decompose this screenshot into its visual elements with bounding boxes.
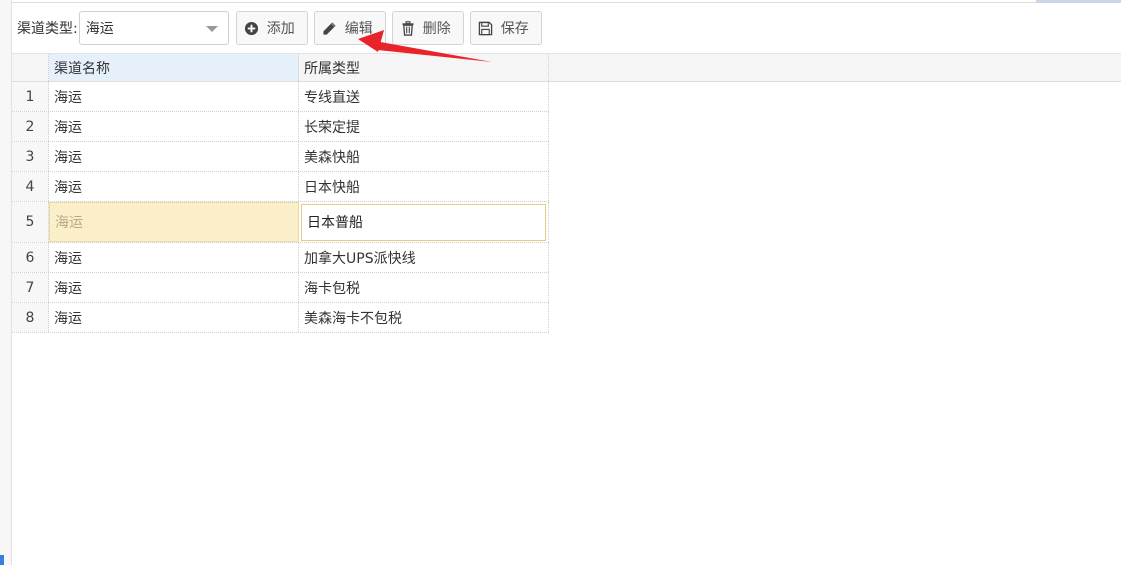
edit-button[interactable]: 编辑 xyxy=(313,11,386,45)
row-number: 7 xyxy=(12,273,49,302)
row-number-header xyxy=(12,54,49,81)
type-edit-input[interactable]: 日本普船 xyxy=(301,203,546,241)
floppy-disk-icon xyxy=(478,20,494,36)
top-accent-bar xyxy=(1036,0,1121,3)
row-number: 2 xyxy=(12,112,49,141)
grid-body: 1 海运 专线直送 2 海运 长荣定提 3 海运 美森快船 4 海运 日本快船 … xyxy=(12,82,549,333)
cell-channel-name[interactable]: 海运 xyxy=(49,172,299,201)
plus-circle-icon xyxy=(244,20,260,36)
add-button[interactable]: 添加 xyxy=(235,11,308,45)
channel-type-label: 渠道类型: xyxy=(17,21,78,37)
row-number: 6 xyxy=(12,243,49,272)
row-number: 4 xyxy=(12,172,49,201)
grid-header: 渠道名称 所属类型 xyxy=(12,53,1121,82)
table-row[interactable]: 4 海运 日本快船 xyxy=(12,172,549,202)
table-row[interactable]: 8 海运 美森海卡不包税 xyxy=(12,303,549,333)
row-number: 3 xyxy=(12,142,49,171)
save-button-label: 保存 xyxy=(500,21,529,37)
row-number: 8 xyxy=(12,303,49,332)
cell-channel-name[interactable]: 海运 xyxy=(49,82,299,111)
table-row-editing[interactable]: 5 海运 日本普船 xyxy=(12,202,549,243)
toolbar: 渠道类型: 海运 添加 编辑 删除 保存 xyxy=(12,5,1121,51)
cell-channel-name[interactable]: 海运 xyxy=(49,303,299,332)
chevron-down-icon[interactable] xyxy=(205,26,218,32)
cell-channel-name-editing[interactable]: 海运 xyxy=(49,202,299,242)
delete-button-label: 删除 xyxy=(422,21,451,37)
cell-type[interactable]: 日本快船 xyxy=(299,172,549,201)
save-button[interactable]: 保存 xyxy=(469,11,542,45)
pencil-icon xyxy=(322,20,338,36)
cell-type[interactable]: 海卡包税 xyxy=(299,273,549,302)
row-number: 1 xyxy=(12,82,49,111)
cell-type[interactable]: 美森海卡不包税 xyxy=(299,303,549,332)
cell-type[interactable]: 长荣定提 xyxy=(299,112,549,141)
cell-type[interactable]: 加拿大UPS派快线 xyxy=(299,243,549,272)
column-header-channel-name[interactable]: 渠道名称 xyxy=(49,54,299,81)
cell-channel-name[interactable]: 海运 xyxy=(49,142,299,171)
left-strip-marker xyxy=(0,555,4,565)
table-row[interactable]: 3 海运 美森快船 xyxy=(12,142,549,172)
cell-channel-name[interactable]: 海运 xyxy=(49,243,299,272)
channel-grid: 渠道名称 所属类型 1 海运 专线直送 2 海运 长荣定提 3 海运 美森快船 … xyxy=(12,53,1121,333)
cell-type[interactable]: 美森快船 xyxy=(299,142,549,171)
column-header-type[interactable]: 所属类型 xyxy=(299,54,549,81)
cell-channel-name[interactable]: 海运 xyxy=(49,273,299,302)
table-row[interactable]: 7 海运 海卡包税 xyxy=(12,273,549,303)
table-row[interactable]: 6 海运 加拿大UPS派快线 xyxy=(12,243,549,273)
channel-type-value: 海运 xyxy=(85,21,114,37)
table-row[interactable]: 2 海运 长荣定提 xyxy=(12,112,549,142)
add-button-label: 添加 xyxy=(266,21,295,37)
trash-icon xyxy=(400,20,416,36)
delete-button[interactable]: 删除 xyxy=(391,11,464,45)
row-number: 5 xyxy=(12,202,49,242)
table-row[interactable]: 1 海运 专线直送 xyxy=(12,82,549,112)
left-edge-strip xyxy=(0,0,12,565)
channel-type-select[interactable]: 海运 xyxy=(78,11,229,45)
app-window: 渠道类型: 海运 添加 编辑 删除 保存 渠道名称 所属类型 1 海运 专线直送… xyxy=(0,0,1121,565)
top-divider xyxy=(12,2,1121,3)
edit-button-label: 编辑 xyxy=(344,21,373,37)
cell-channel-name[interactable]: 海运 xyxy=(49,112,299,141)
cell-type-editing[interactable]: 日本普船 xyxy=(299,202,549,242)
cell-type[interactable]: 专线直送 xyxy=(299,82,549,111)
